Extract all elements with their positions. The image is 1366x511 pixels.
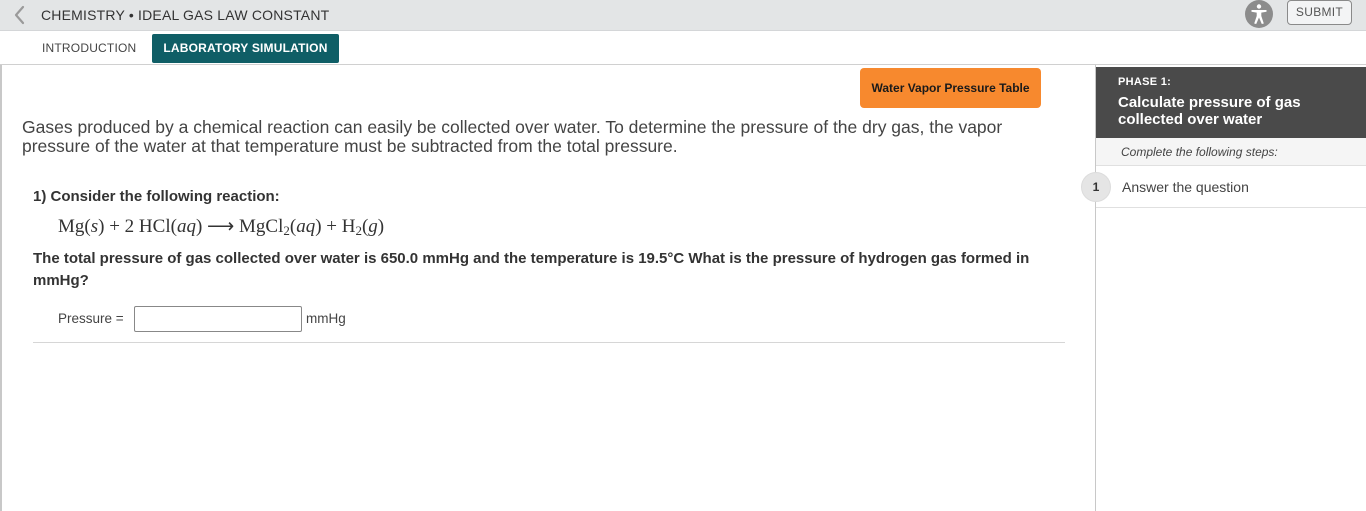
main-content: Water Vapor Pressure Table Gases produce… bbox=[0, 65, 1095, 511]
submit-button[interactable]: SUBMIT bbox=[1287, 0, 1352, 25]
question-title: 1) Consider the following reaction: bbox=[33, 188, 280, 205]
pressure-label: Pressure = bbox=[58, 311, 124, 326]
tab-bar: INTRODUCTION LABORATORY SIMULATION bbox=[0, 32, 1366, 65]
reaction-equation: Mg(s) + 2 HCl(aq) ⟶ MgCl2(aq) + H2(g) bbox=[58, 216, 385, 238]
phase-title: Calculate pressure of gas collected over… bbox=[1118, 94, 1301, 128]
step-item[interactable]: 1 Answer the question bbox=[1081, 166, 1366, 208]
question-text: The total pressure of gas collected over… bbox=[33, 250, 1030, 289]
tab-introduction[interactable]: INTRODUCTION bbox=[30, 34, 148, 62]
phase-sidebar: PHASE 1: Calculate pressure of gas colle… bbox=[1081, 65, 1366, 511]
pressure-unit: mmHg bbox=[306, 311, 346, 326]
step-number-badge: 1 bbox=[1081, 172, 1111, 202]
pressure-input[interactable] bbox=[134, 306, 302, 332]
steps-instruction: Complete the following steps: bbox=[1096, 138, 1366, 166]
phase-label: PHASE 1: bbox=[1118, 76, 1172, 88]
back-chevron-icon[interactable] bbox=[10, 4, 32, 26]
phase-header: PHASE 1: Calculate pressure of gas colle… bbox=[1096, 67, 1366, 138]
page-title: CHEMISTRY • IDEAL GAS LAW CONSTANT bbox=[41, 7, 330, 23]
tab-laboratory-simulation[interactable]: LABORATORY SIMULATION bbox=[152, 34, 339, 63]
intro-paragraph: Gases produced by a chemical reaction ca… bbox=[22, 117, 1003, 156]
top-header: CHEMISTRY • IDEAL GAS LAW CONSTANT SUBMI… bbox=[0, 0, 1366, 31]
step-label: Answer the question bbox=[1122, 179, 1249, 195]
section-divider bbox=[33, 342, 1065, 343]
accessibility-icon[interactable] bbox=[1245, 0, 1273, 28]
water-vapor-pressure-table-button[interactable]: Water Vapor Pressure Table bbox=[860, 68, 1041, 108]
